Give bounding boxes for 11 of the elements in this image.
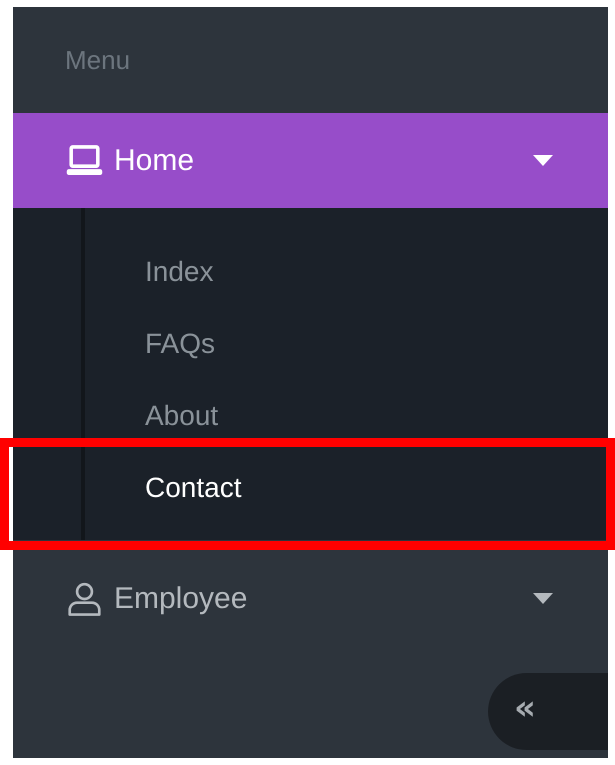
menu-item[interactable]: Employee xyxy=(13,540,608,657)
submenu-item[interactable]: Contact xyxy=(85,452,608,524)
caret-icon xyxy=(533,155,553,166)
menu-heading: Menu xyxy=(64,44,132,76)
collapse-button[interactable]: « xyxy=(488,673,608,750)
caret-icon xyxy=(533,593,553,604)
menu-item[interactable]: Home xyxy=(13,113,608,208)
submenu-item[interactable]: About xyxy=(85,380,608,452)
submenu-item[interactable]: Index xyxy=(85,236,608,308)
laptop-icon xyxy=(65,144,104,178)
submenu-item[interactable]: FAQs xyxy=(85,308,608,380)
